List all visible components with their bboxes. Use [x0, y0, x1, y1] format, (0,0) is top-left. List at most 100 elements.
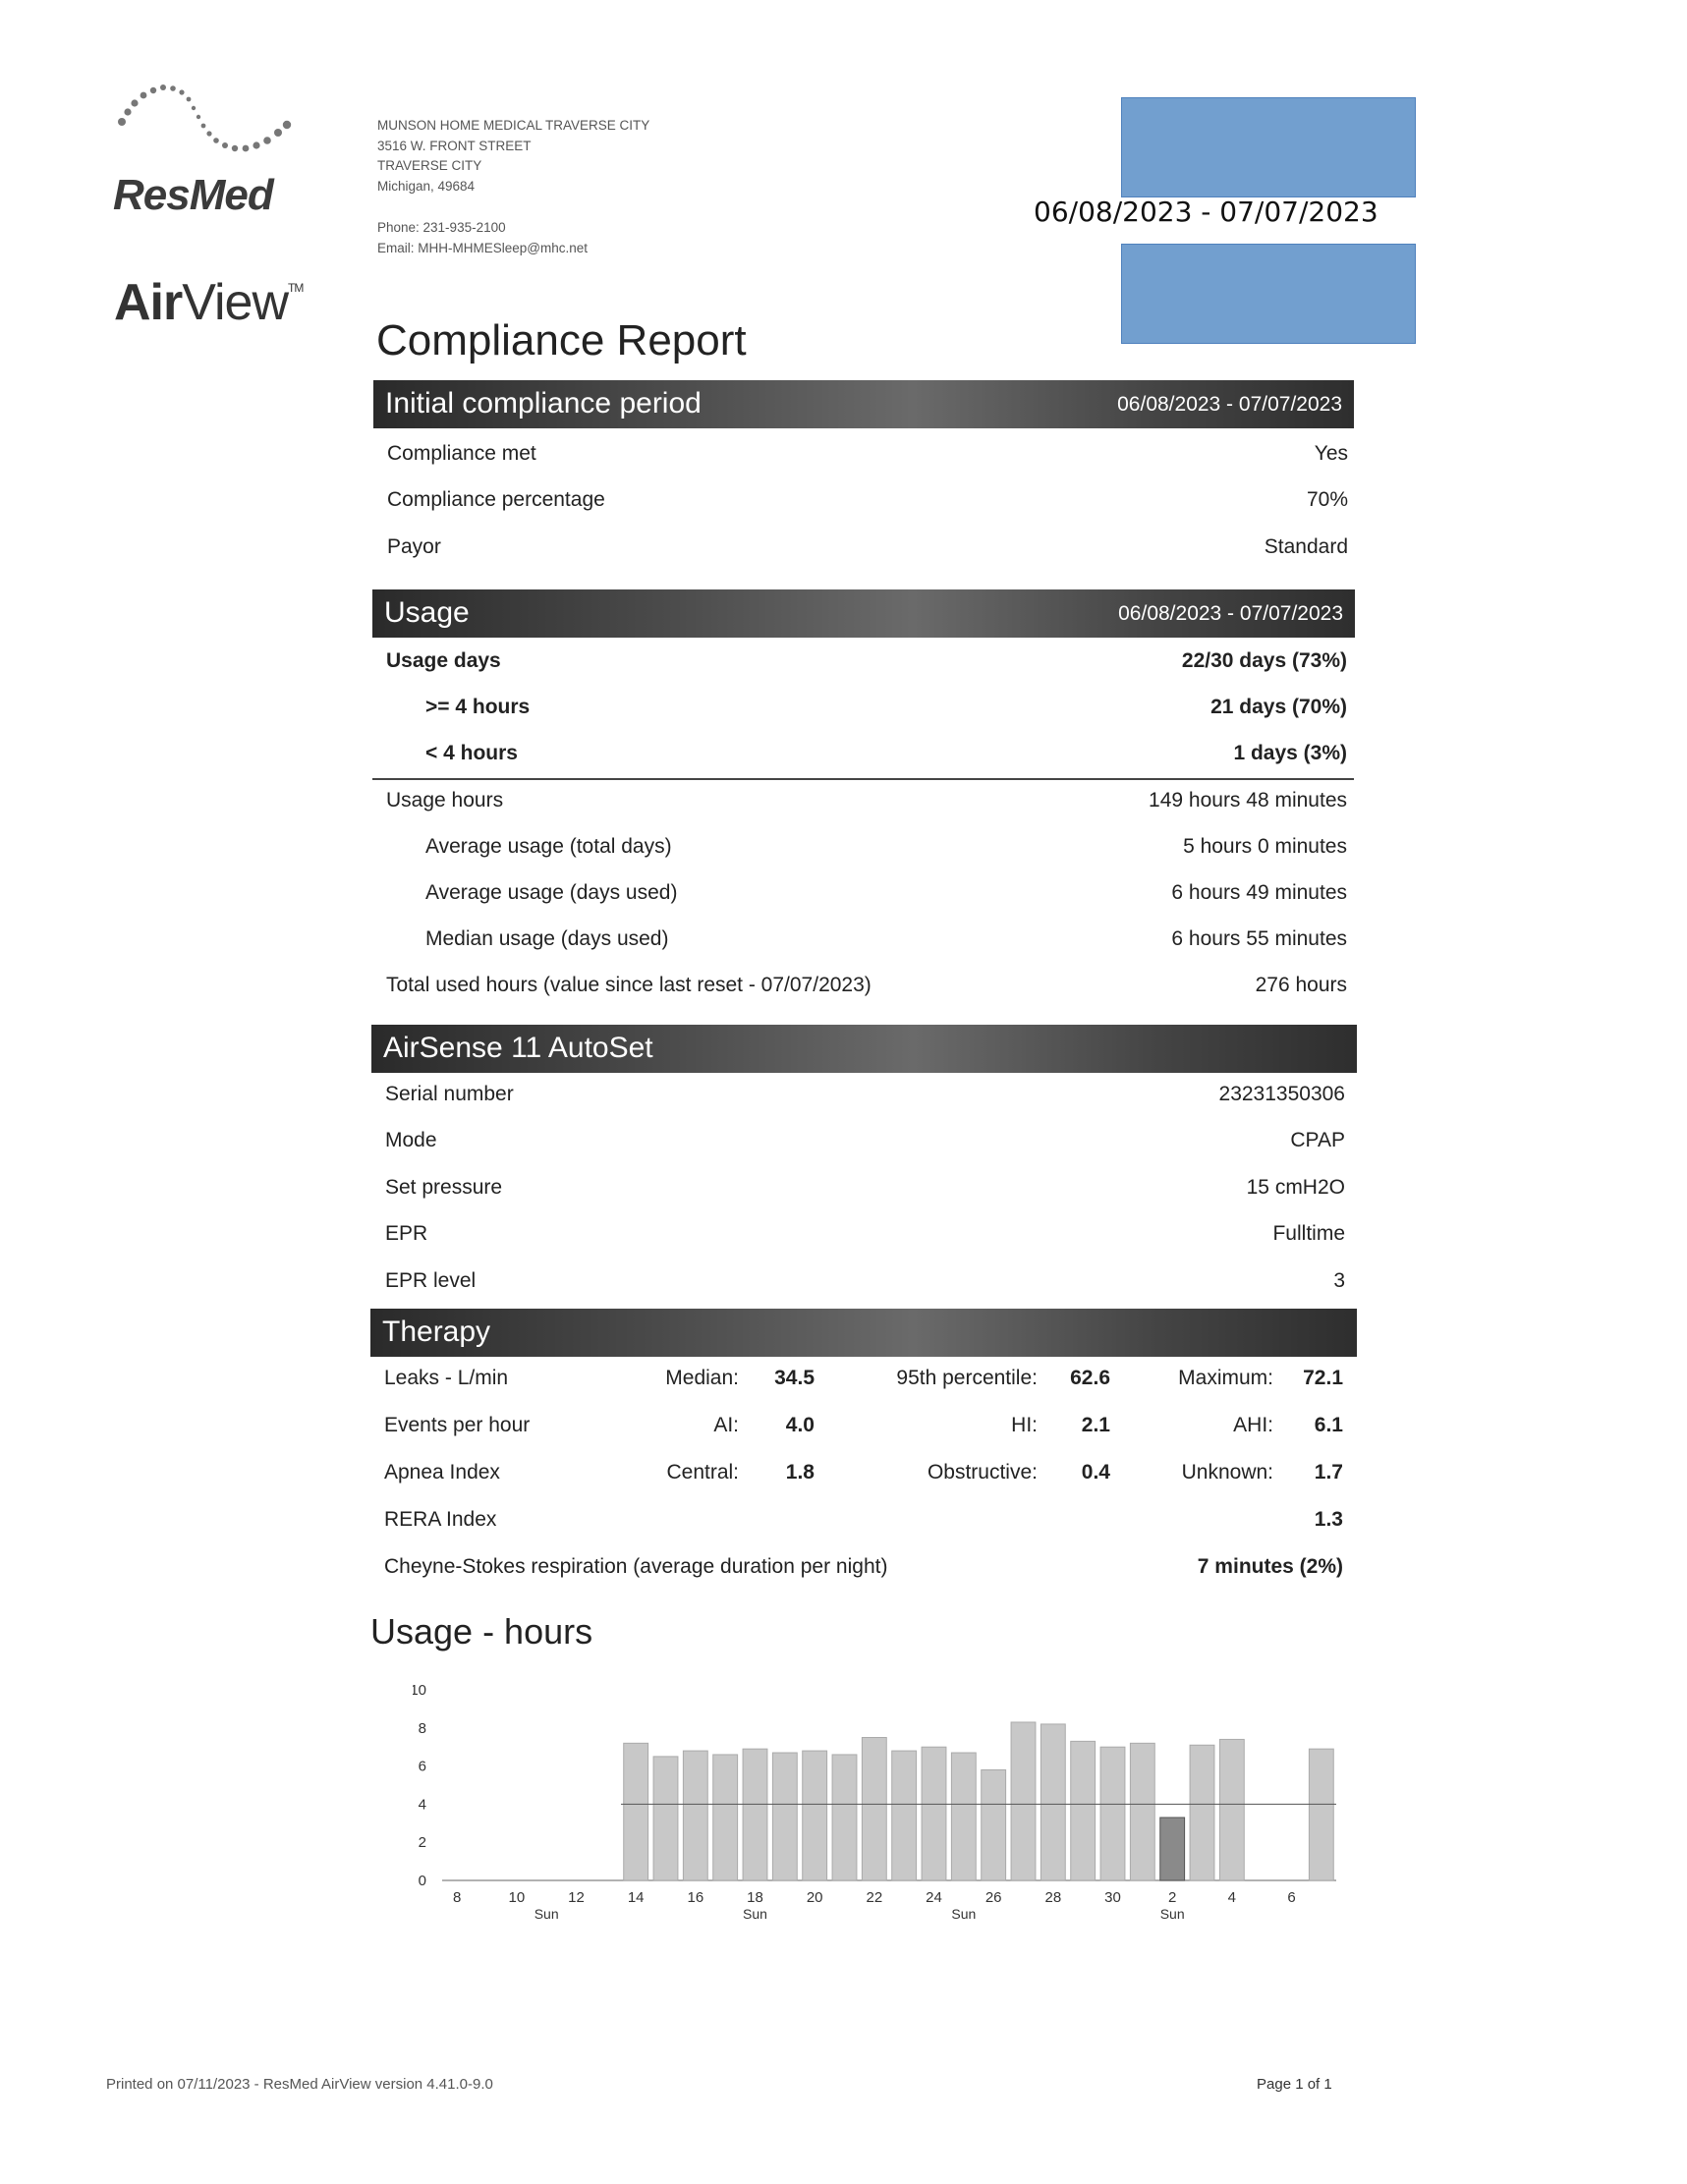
- row-label: EPR level: [385, 1269, 477, 1292]
- row-value: 23231350306: [1218, 1083, 1345, 1105]
- x-tick-label: 24: [926, 1889, 942, 1906]
- row-value: 70%: [1306, 488, 1348, 511]
- x-tick-label: 20: [807, 1889, 823, 1906]
- footer-printed: Printed on 07/11/2023 - ResMed AirView v…: [106, 2076, 493, 2093]
- x-tick-label: 4: [1228, 1889, 1236, 1906]
- usage-bar: [1189, 1744, 1215, 1881]
- x-sub-label: Sun: [1160, 1906, 1185, 1922]
- x-tick-label: 18: [747, 1889, 763, 1906]
- usage-bar: [921, 1746, 947, 1881]
- row-value: Yes: [1314, 442, 1348, 465]
- x-sub-label: Sun: [534, 1906, 559, 1922]
- row-label: Compliance met: [387, 442, 536, 465]
- usage-hours-chart: 02468108 10 12 14 16 18 20 22 24 26 28 30 2 4 6Sun Sun S…: [413, 1682, 1336, 1922]
- row-value: 3: [1333, 1269, 1345, 1292]
- row-value: Standard: [1264, 535, 1348, 558]
- row-label: Mode: [385, 1129, 437, 1151]
- x-tick-label: 12: [568, 1889, 585, 1906]
- usage-bar: [861, 1737, 887, 1881]
- lt4-hours-label: < 4 hours: [425, 742, 518, 764]
- csr-value: 7 minutes (2%): [1197, 1555, 1343, 1578]
- events-hi-value: 2.1: [1081, 1414, 1110, 1436]
- median-used-value: 6 hours 55 minutes: [1171, 927, 1347, 950]
- events-label: Events per hour: [384, 1414, 531, 1436]
- leaks-max-value: 72.1: [1303, 1367, 1343, 1389]
- section-range: 06/08/2023 - 07/07/2023: [1117, 393, 1342, 416]
- usage-bar: [831, 1754, 858, 1881]
- x-tick-label: 28: [1044, 1889, 1061, 1906]
- leaks-median-label: Median:: [665, 1367, 739, 1389]
- rera-label: RERA Index: [384, 1508, 497, 1531]
- csr-label: Cheyne-Stokes respiration (average durat…: [384, 1555, 888, 1578]
- leaks-max-label: Maximum:: [1178, 1367, 1273, 1389]
- trademark: TM: [288, 281, 304, 295]
- x-tick-label: 10: [508, 1889, 525, 1906]
- events-hi-label: HI:: [1011, 1414, 1038, 1436]
- row-label: Set pressure: [385, 1176, 503, 1199]
- leaks-p95-value: 62.6: [1070, 1367, 1110, 1389]
- total-used-value: 276 hours: [1255, 974, 1347, 996]
- provider-street: 3516 W. FRONT STREET: [377, 138, 532, 153]
- usage-hours-label: Usage hours: [386, 789, 504, 812]
- usage-bar: [1010, 1721, 1037, 1881]
- airview-view: View: [182, 274, 289, 331]
- x-sub-label: Sun: [743, 1906, 767, 1922]
- y-tick-label: 10: [413, 1682, 426, 1699]
- apnea-label: Apnea Index: [384, 1461, 500, 1484]
- y-tick-label: 0: [419, 1873, 426, 1889]
- y-tick-label: 2: [419, 1834, 426, 1851]
- apnea-obstructive-label: Obstructive:: [927, 1461, 1038, 1484]
- airview-wordmark: AirViewTM: [114, 273, 304, 332]
- x-tick-label: 16: [687, 1889, 703, 1906]
- row-value: Fulltime: [1272, 1222, 1345, 1245]
- section-bar-usage: Usage 06/08/2023 - 07/07/2023: [372, 589, 1355, 638]
- x-tick-label: 6: [1287, 1889, 1295, 1906]
- apnea-obstructive-value: 0.4: [1081, 1461, 1110, 1484]
- total-used-label: Total used hours (value since last reset…: [386, 974, 872, 996]
- usage-bar: [950, 1752, 977, 1881]
- events-ai-value: 4.0: [785, 1414, 815, 1436]
- usage-days-value: 22/30 days (73%): [1181, 649, 1347, 672]
- avg-used-label: Average usage (days used): [425, 881, 678, 904]
- usage-bar: [802, 1750, 828, 1881]
- usage-bar: [981, 1768, 1007, 1881]
- section-title: Therapy: [382, 1316, 491, 1348]
- section-title: Initial compliance period: [385, 387, 702, 420]
- usage-bar: [1129, 1742, 1155, 1881]
- y-tick-label: 8: [419, 1720, 426, 1737]
- apnea-central-value: 1.8: [785, 1461, 815, 1484]
- ge4-hours-value: 21 days (70%): [1210, 696, 1347, 718]
- usage-bar: [712, 1754, 739, 1881]
- median-used-label: Median usage (days used): [425, 927, 669, 950]
- row-label: EPR: [385, 1222, 428, 1245]
- provider-state-zip: Michigan, 49684: [377, 178, 476, 194]
- y-tick-label: 4: [419, 1796, 426, 1813]
- airview-air: Air: [114, 274, 183, 331]
- x-tick-label: 26: [985, 1889, 1002, 1906]
- apnea-unknown-value: 1.7: [1314, 1461, 1343, 1484]
- usage-bar: [682, 1750, 708, 1881]
- resmed-logo-icon: [118, 84, 292, 152]
- section-range: 06/08/2023 - 07/07/2023: [1118, 602, 1343, 625]
- provider-address: MUNSON HOME MEDICAL TRAVERSE CITY 3516 W…: [377, 116, 649, 258]
- report-title: Compliance Report: [376, 316, 747, 364]
- usage-bar: [1040, 1723, 1066, 1881]
- x-tick-label: 8: [453, 1889, 461, 1906]
- resmed-wordmark: ResMed: [113, 171, 274, 219]
- footer-page: Page 1 of 1: [1257, 2076, 1332, 2093]
- usage-bar: [1308, 1748, 1334, 1881]
- report-date-range: 06/08/2023 - 07/07/2023: [1034, 196, 1378, 228]
- usage-bar: [1159, 1817, 1186, 1881]
- x-sub-label: Sun: [951, 1906, 976, 1922]
- row-label: Serial number: [385, 1083, 514, 1105]
- avg-total-value: 5 hours 0 minutes: [1183, 835, 1347, 858]
- section-title: Usage: [384, 596, 470, 629]
- x-tick-label: 14: [628, 1889, 645, 1906]
- row-label: Compliance percentage: [387, 488, 605, 511]
- usage-bar: [771, 1752, 798, 1881]
- x-tick-label: 30: [1104, 1889, 1121, 1906]
- leaks-label: Leaks - L/min: [384, 1367, 509, 1389]
- apnea-central-label: Central:: [666, 1461, 739, 1484]
- events-ahi-label: AHI:: [1233, 1414, 1273, 1436]
- avg-total-label: Average usage (total days): [425, 835, 672, 858]
